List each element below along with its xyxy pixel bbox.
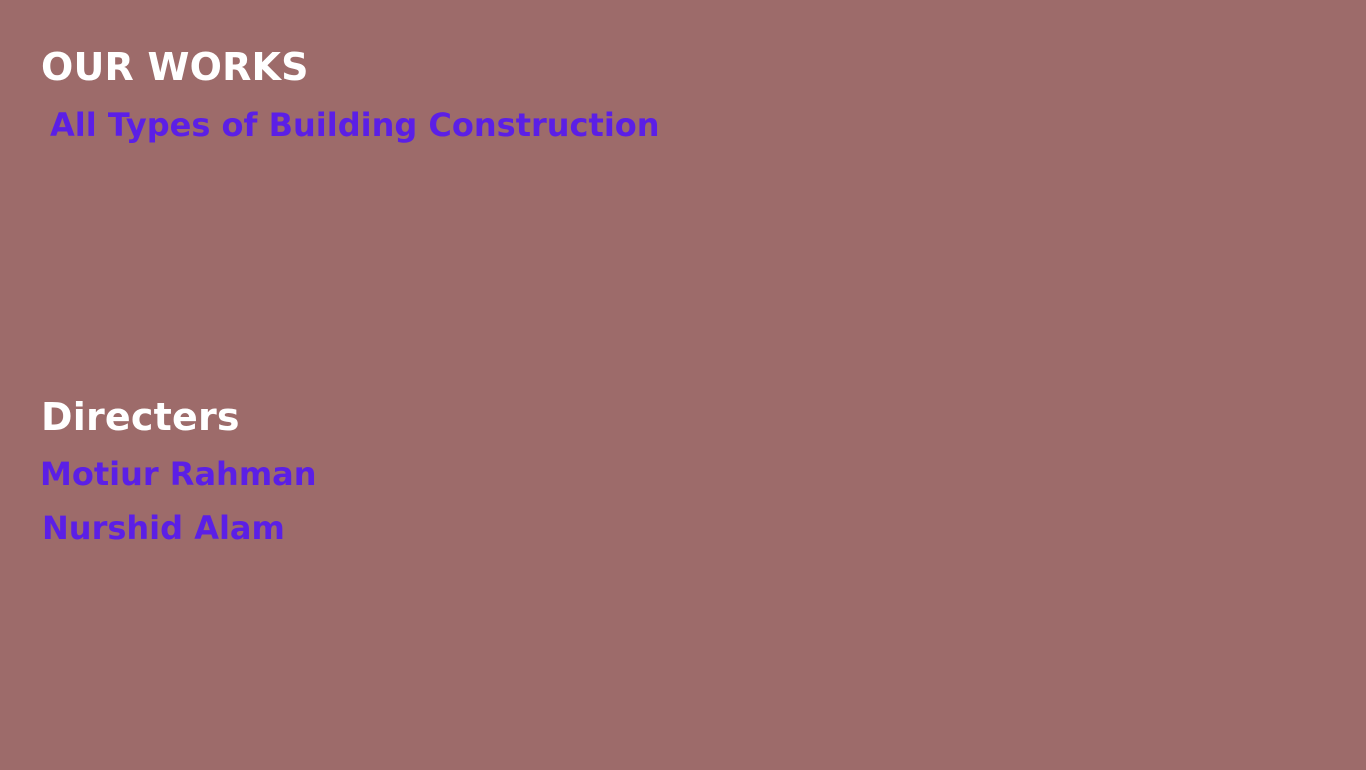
directors-heading: Directers <box>41 395 240 439</box>
work-item: All Types of Building Construction <box>50 106 660 144</box>
director-name: Motiur Rahman <box>40 455 317 493</box>
our-works-heading: OUR WORKS <box>41 45 309 89</box>
director-name: Nurshid Alam <box>42 509 285 547</box>
